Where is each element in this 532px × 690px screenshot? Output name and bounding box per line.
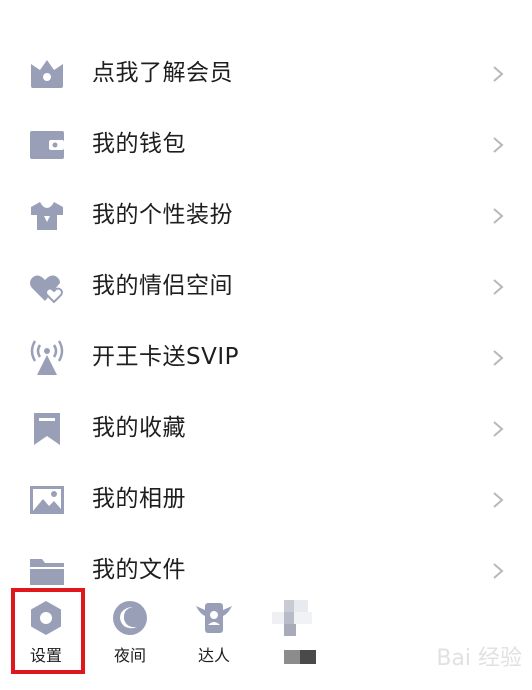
chevron-right-icon: [492, 136, 504, 154]
menu-item-label: 我的个性装扮: [92, 202, 233, 228]
menu-item-vip[interactable]: 点我了解会员: [0, 36, 532, 107]
menu-item-label: 点我了解会员: [92, 60, 233, 86]
bookmark-icon: [27, 411, 67, 447]
menu-item-wallet[interactable]: 我的钱包: [0, 107, 532, 178]
watermark: Bai 经验: [436, 646, 522, 671]
crown-basket-icon: [27, 56, 67, 92]
pixelated-icon: [272, 600, 322, 636]
menu-item-favorites[interactable]: 我的收藏: [0, 391, 532, 462]
moon-icon: [113, 601, 147, 635]
menu-item-label: 我的情侣空间: [92, 273, 233, 299]
night-mode-button[interactable]: 夜间: [95, 594, 165, 674]
menu-item-label: 我的文件: [92, 557, 186, 583]
chevron-right-icon: [492, 278, 504, 296]
signal-tower-icon: [27, 340, 67, 376]
pixelated-label: [284, 650, 316, 664]
menu-item-label: 我的钱包: [92, 131, 186, 157]
menu-item-couple[interactable]: 我的情侣空间: [0, 249, 532, 320]
winged-badge-icon: [196, 603, 232, 633]
hearts-icon: [27, 269, 67, 305]
chevron-right-icon: [492, 420, 504, 438]
menu-item-label: 开王卡送SVIP: [92, 344, 239, 370]
menu-item-king-card[interactable]: 开王卡送SVIP: [0, 320, 532, 391]
night-mode-label: 夜间: [113, 646, 146, 665]
highlight-box: [11, 588, 85, 674]
menu-list: 点我了解会员 我的钱包 我的个性装扮 我的情侣空间 开王卡送SVIP 我的收藏 …: [0, 36, 532, 604]
blurred-tab[interactable]: [262, 594, 332, 674]
chevron-right-icon: [492, 491, 504, 509]
daren-button[interactable]: 达人: [179, 594, 249, 674]
photo-icon: [27, 482, 67, 518]
tshirt-icon: [27, 198, 67, 234]
chevron-right-icon: [492, 562, 504, 580]
chevron-right-icon: [492, 65, 504, 83]
menu-item-album[interactable]: 我的相册: [0, 462, 532, 533]
chevron-right-icon: [492, 207, 504, 225]
menu-item-theme[interactable]: 我的个性装扮: [0, 178, 532, 249]
folder-icon: [27, 553, 67, 589]
wallet-icon: [27, 127, 67, 163]
menu-item-label: 我的收藏: [92, 415, 186, 441]
daren-label: 达人: [197, 646, 230, 665]
chevron-right-icon: [492, 349, 504, 367]
menu-item-label: 我的相册: [92, 486, 186, 512]
